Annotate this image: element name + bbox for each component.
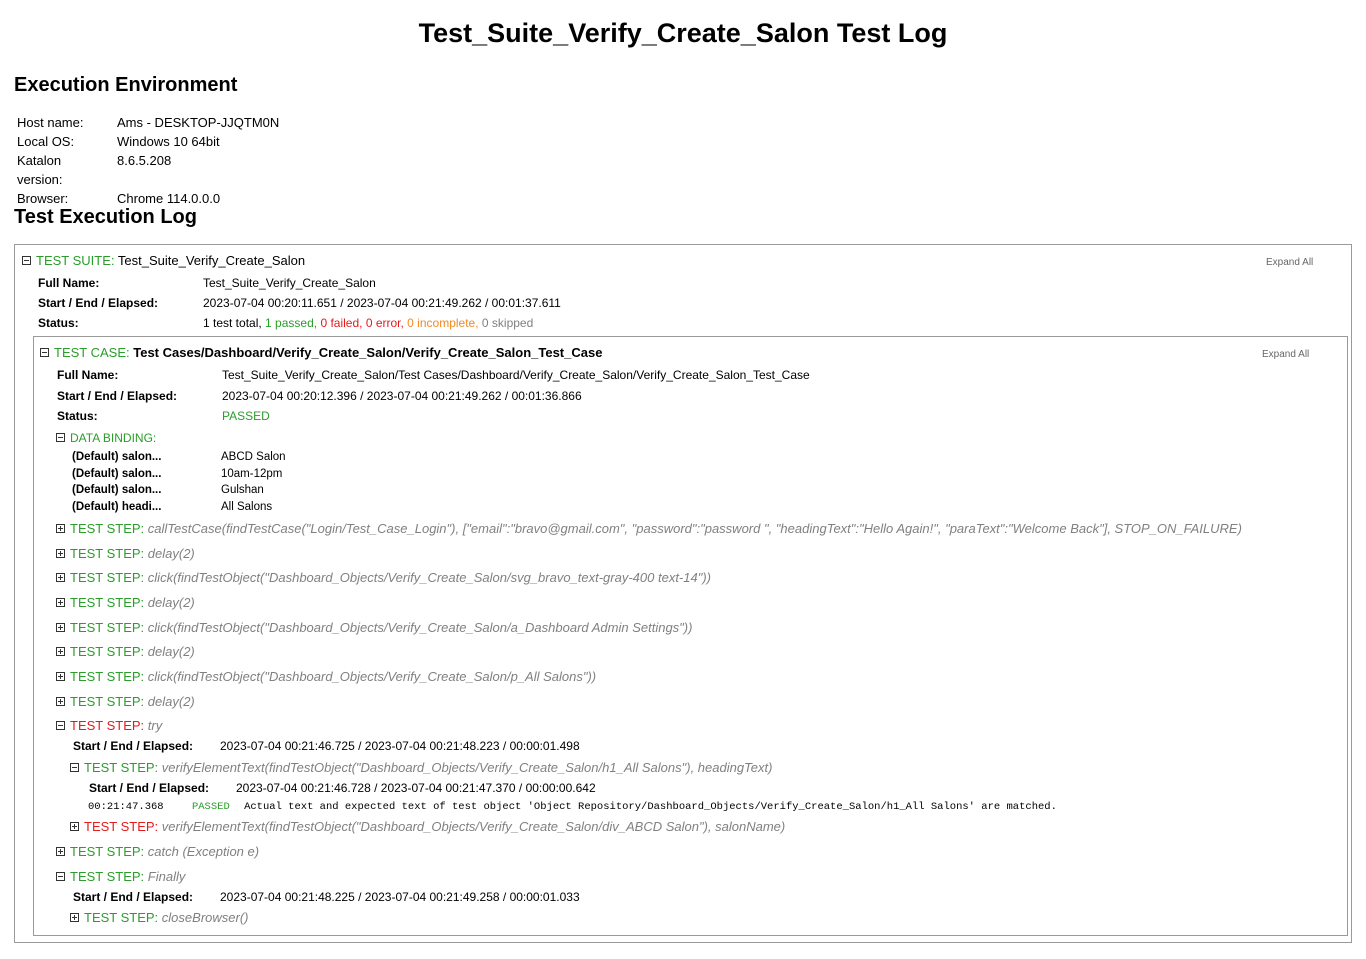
expand-icon[interactable] (56, 573, 65, 583)
binding-key: (Default) salon... (72, 484, 162, 496)
execution-log-heading: Test Execution Log (14, 206, 197, 228)
verify-start-end-value: 2023-07-04 00:21:46.728 / 2023-07-04 00:… (236, 781, 596, 795)
suite-status-summary: 1 test total, 1 passed, 0 failed, 0 erro… (203, 316, 534, 330)
verify-start-end-label: Start / End / Elapsed: (89, 781, 210, 795)
collapse-icon[interactable] (70, 763, 79, 773)
binding-key: (Default) headi... (72, 501, 162, 513)
collapse-icon[interactable] (56, 433, 65, 443)
env-row-katalon: Katalon version: 8.6.5.208 (17, 153, 172, 187)
test-step-verify-salon[interactable]: TEST STEP: verifyElementText(findTestObj… (70, 818, 785, 836)
test-step-row[interactable]: TEST STEP: delay(2) (56, 594, 195, 612)
collapse-icon[interactable] (40, 348, 49, 358)
test-step-row[interactable]: TEST STEP: callTestCase(findTestCase("Lo… (56, 520, 1242, 538)
expand-icon[interactable] (56, 524, 65, 534)
test-case-header[interactable]: TEST CASE: Test Cases/Dashboard/Verify_C… (40, 344, 602, 362)
suite-start-end-value: 2023-07-04 00:20:11.651 / 2023-07-04 00:… (203, 296, 561, 310)
case-status-value: PASSED (222, 409, 270, 423)
case-expand-all-link[interactable]: Expand All (1262, 349, 1309, 360)
test-step-verify-heading[interactable]: TEST STEP: verifyElementText(findTestObj… (70, 759, 772, 777)
binding-value: 10am-12pm (221, 468, 283, 480)
test-suite-name: Test_Suite_Verify_Create_Salon (117, 253, 306, 268)
expand-icon[interactable] (56, 672, 65, 682)
expand-icon[interactable] (56, 623, 65, 633)
environment-table: Host name: Ams - DESKTOP-JJQTM0N Local O… (17, 113, 287, 208)
test-step-try[interactable]: TEST STEP: try (56, 717, 162, 735)
case-full-name-label: Full Name: (57, 368, 119, 382)
finally-start-end-value: 2023-07-04 00:21:48.225 / 2023-07-04 00:… (220, 890, 580, 904)
test-step-row[interactable]: TEST STEP: delay(2) (56, 693, 195, 711)
expand-icon[interactable] (70, 913, 79, 923)
suite-status-label: Status: (38, 316, 79, 330)
finally-start-end-label: Start / End / Elapsed: (73, 890, 194, 904)
suite-full-name-label: Full Name: (38, 276, 100, 290)
binding-key: (Default) salon... (72, 468, 162, 480)
expand-icon[interactable] (56, 697, 65, 707)
suite-full-name-value: Test_Suite_Verify_Create_Salon (203, 276, 376, 290)
suite-start-end-label: Start / End / Elapsed: (38, 296, 159, 310)
test-step-row[interactable]: TEST STEP: delay(2) (56, 545, 195, 563)
binding-key: (Default) salon... (72, 451, 162, 463)
test-suite-header[interactable]: TEST SUITE: Test_Suite_Verify_Create_Sal… (22, 252, 305, 270)
try-start-end-label: Start / End / Elapsed: (73, 739, 194, 753)
expand-icon[interactable] (56, 647, 65, 657)
case-status-label: Status: (57, 409, 98, 423)
test-case-name: Test Cases/Dashboard/Verify_Create_Salon… (133, 345, 603, 360)
collapse-icon[interactable] (56, 721, 65, 731)
test-step-row[interactable]: TEST STEP: click(findTestObject("Dashboa… (56, 619, 692, 637)
test-step-catch[interactable]: TEST STEP: catch (Exception e) (56, 843, 259, 861)
test-step-close-browser[interactable]: TEST STEP: closeBrowser() (70, 909, 248, 927)
expand-icon[interactable] (56, 549, 65, 559)
environment-heading: Execution Environment (14, 74, 238, 96)
suite-expand-all-link[interactable]: Expand All (1266, 257, 1313, 268)
expand-icon[interactable] (70, 822, 79, 832)
expand-icon[interactable] (56, 598, 65, 608)
data-binding-header[interactable]: DATA BINDING: (56, 429, 156, 447)
case-start-end-value: 2023-07-04 00:20:12.396 / 2023-07-04 00:… (222, 389, 582, 403)
binding-value: All Salons (221, 501, 273, 513)
log-message: 00:21:47.368 PASSED Actual text and expe… (88, 801, 1057, 813)
case-start-end-label: Start / End / Elapsed: (57, 389, 178, 403)
test-step-row[interactable]: TEST STEP: delay(2) (56, 643, 195, 661)
try-start-end-value: 2023-07-04 00:21:46.725 / 2023-07-04 00:… (220, 739, 580, 753)
collapse-icon[interactable] (56, 872, 65, 882)
test-step-finally[interactable]: TEST STEP: Finally (56, 868, 185, 886)
case-full-name-value: Test_Suite_Verify_Create_Salon/Test Case… (222, 368, 810, 382)
binding-value: ABCD Salon (221, 451, 286, 463)
page-title: Test_Suite_Verify_Create_Salon Test Log (418, 18, 948, 48)
test-step-row[interactable]: TEST STEP: click(findTestObject("Dashboa… (56, 668, 596, 686)
binding-value: Gulshan (221, 484, 264, 496)
collapse-icon[interactable] (22, 256, 31, 266)
env-row-os: Local OS: Windows 10 64bit (17, 134, 220, 149)
env-row-host: Host name: Ams - DESKTOP-JJQTM0N (17, 115, 280, 130)
test-step-row[interactable]: TEST STEP: click(findTestObject("Dashboa… (56, 569, 711, 587)
expand-icon[interactable] (56, 847, 65, 857)
